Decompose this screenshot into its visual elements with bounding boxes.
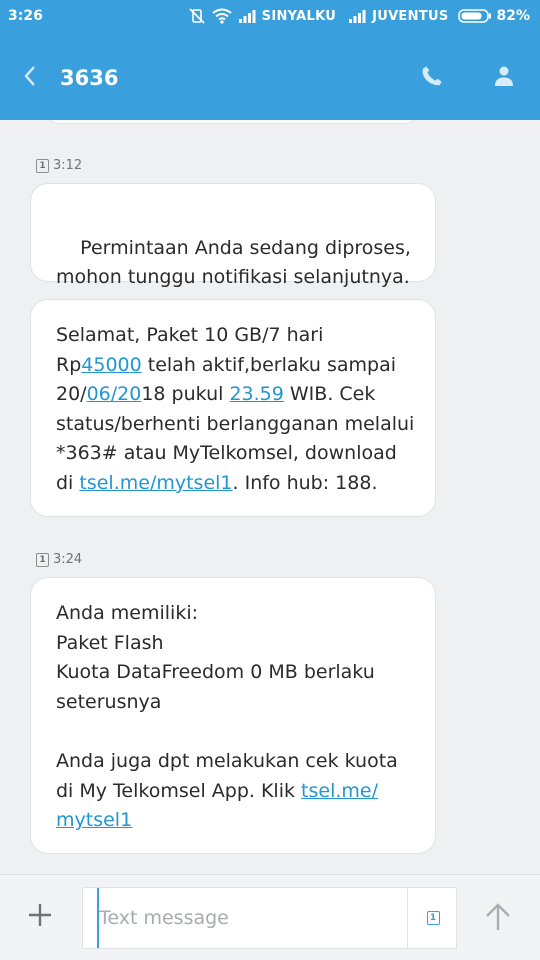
timestamp-group-1: 1 3:12 bbox=[36, 158, 82, 173]
header-actions bbox=[396, 52, 540, 104]
plus-icon bbox=[27, 902, 53, 932]
sim-1-icon: 1 bbox=[36, 158, 49, 173]
signal-icon bbox=[348, 9, 366, 23]
back-button[interactable] bbox=[2, 52, 58, 104]
battery-indicator: 82% bbox=[458, 8, 530, 24]
person-icon bbox=[492, 64, 516, 92]
message-composer: 1 bbox=[0, 874, 540, 960]
phone-icon bbox=[420, 64, 444, 92]
previous-message-bubble bbox=[42, 120, 422, 124]
timestamp-group-2: 1 3:24 bbox=[36, 552, 82, 567]
timestamp: 3:12 bbox=[53, 158, 83, 173]
chevron-left-icon bbox=[22, 64, 38, 92]
message-link[interactable]: tsel.me/mytsel1 bbox=[79, 472, 232, 494]
sim-1-icon: 1 bbox=[426, 911, 440, 925]
divider bbox=[407, 888, 408, 948]
message-input-box: 1 bbox=[82, 887, 457, 949]
message-input[interactable] bbox=[97, 888, 397, 948]
message-text: Anda memiliki: Paket Flash Kuota DataFre… bbox=[56, 602, 398, 802]
send-button[interactable] bbox=[476, 897, 520, 941]
battery-percent: 82% bbox=[496, 8, 530, 24]
timestamp: 3:24 bbox=[53, 552, 83, 567]
wifi-icon bbox=[212, 8, 232, 24]
vibrate-off-icon bbox=[188, 7, 206, 25]
message-bubble[interactable]: Permintaan Anda sedang diproses, mohon t… bbox=[30, 183, 436, 288]
message-link[interactable]: 45000 bbox=[81, 354, 141, 376]
arrow-up-icon bbox=[484, 902, 512, 936]
call-button[interactable] bbox=[396, 52, 468, 104]
message-link[interactable]: 23.59 bbox=[229, 383, 283, 405]
battery-icon bbox=[458, 9, 492, 23]
message-text: Permintaan Anda sedang diproses, mohon t… bbox=[56, 236, 411, 289]
conversation-title: 3636 bbox=[60, 66, 119, 90]
app-header: 3:26 SINYALKU JUVENTUS 82% 3636 bbox=[0, 0, 540, 120]
status-time: 3:26 bbox=[8, 8, 43, 24]
sim-1-icon: 1 bbox=[36, 552, 49, 567]
message-text: 18 pukul bbox=[141, 383, 230, 406]
contact-button[interactable] bbox=[468, 52, 540, 104]
status-bar: 3:26 SINYALKU JUVENTUS 82% bbox=[0, 0, 540, 32]
status-indicators: SINYALKU JUVENTUS 82% bbox=[188, 7, 530, 25]
operator-1: SINYALKU bbox=[261, 8, 337, 24]
attach-button[interactable] bbox=[20, 897, 60, 937]
operator-2: JUVENTUS bbox=[372, 8, 449, 24]
action-bar: 3636 bbox=[0, 52, 540, 104]
message-thread[interactable]: 1 3:12 Permintaan Anda sedang diproses, … bbox=[0, 120, 540, 874]
message-bubble[interactable]: Anda memiliki: Paket Flash Kuota DataFre… bbox=[30, 577, 436, 854]
signal-icon bbox=[238, 9, 256, 23]
message-text: . Info hub: 188. bbox=[232, 471, 378, 494]
message-bubble[interactable]: Selamat, Paket 10 GB/7 hari Rp45000 tela… bbox=[30, 299, 436, 517]
message-link[interactable]: 06/20 bbox=[87, 383, 142, 405]
sim-select-button[interactable]: 1 bbox=[409, 888, 457, 948]
